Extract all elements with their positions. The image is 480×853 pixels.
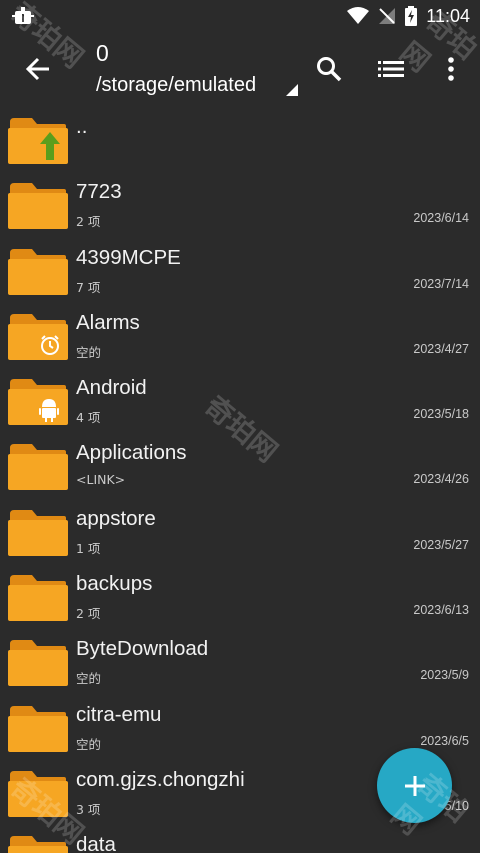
file-row[interactable]: 7723 2 项 2023/6/14: [0, 171, 480, 236]
file-name: 7723: [76, 180, 122, 204]
file-item-count: 4 项: [76, 410, 101, 426]
file-row[interactable]: ..: [0, 106, 480, 171]
file-item-count: 2 项: [76, 214, 101, 230]
file-name: appstore: [76, 506, 156, 530]
folder-icon: [8, 313, 68, 360]
file-list: .. 7723 2 项 2023/6/14 4399MCPE 7 项 2023/7/14 Al…: [0, 106, 480, 853]
search-icon: [317, 57, 342, 82]
toolbar-titles[interactable]: 0 /storage/emulated: [76, 38, 298, 100]
file-item-count: <LINK>: [76, 472, 126, 488]
wifi-icon: [347, 7, 370, 24]
page-title: 0: [96, 40, 109, 66]
file-item-count: 空的: [76, 671, 102, 687]
file-name: data: [76, 833, 116, 853]
file-row[interactable]: Applications <LINK> 2023/4/26: [0, 432, 480, 497]
status-time: 11:04: [426, 5, 470, 26]
battery-charging-icon: [405, 6, 418, 26]
more-options-button[interactable]: [422, 32, 480, 106]
folder-icon: [8, 509, 68, 556]
file-name: backups: [76, 572, 153, 596]
add-fab-button[interactable]: [377, 748, 452, 823]
file-row[interactable]: ByteDownload 空的 2023/5/9: [0, 628, 480, 693]
file-date: 2023/5/9: [420, 668, 469, 683]
file-item-count: 3 项: [76, 801, 101, 817]
file-item-count: 7 项: [76, 279, 101, 295]
file-row[interactable]: Alarms 空的 2023/4/27: [0, 302, 480, 367]
folder-icon: [8, 575, 68, 622]
file-item-count: 2 项: [76, 606, 101, 622]
file-name: ..: [76, 115, 88, 138]
file-row[interactable]: 4399MCPE 7 项 2023/7/14: [0, 237, 480, 302]
file-item-count: 空的: [76, 344, 102, 360]
file-row[interactable]: appstore 1 项 2023/5/27: [0, 498, 480, 563]
status-left: [12, 5, 34, 27]
file-name: com.gjzs.chongzhi: [76, 767, 245, 791]
back-button[interactable]: [0, 32, 76, 106]
path-dropdown-icon: [286, 84, 298, 96]
status-right: 11:04: [347, 6, 470, 27]
no-signal-icon: [379, 8, 396, 24]
file-date: 2023/7/14: [413, 276, 469, 291]
file-date: 2023/4/27: [413, 341, 469, 356]
folder-icon: [8, 770, 68, 817]
file-name: 4399MCPE: [76, 245, 181, 269]
status-bar: 11:04: [0, 0, 480, 32]
file-name: Android: [76, 376, 147, 400]
list-view-icon: [378, 61, 404, 77]
view-mode-button[interactable]: [360, 32, 422, 106]
file-row[interactable]: Android 4 项 2023/5/18: [0, 367, 480, 432]
add-icon: [404, 775, 425, 796]
folder-icon: [8, 183, 68, 230]
file-name: ByteDownload: [76, 637, 209, 661]
file-date: 2023/6/13: [413, 603, 469, 618]
toolbar: 0 /storage/emulated: [0, 32, 480, 106]
file-item-count: 1 项: [76, 540, 101, 556]
folder-icon: [8, 248, 68, 295]
file-date: 2023/5/27: [413, 537, 469, 552]
search-button[interactable]: [298, 32, 360, 106]
file-row[interactable]: backups 2 项 2023/6/13: [0, 563, 480, 628]
more-vert-icon: [448, 57, 454, 81]
folder-icon: [8, 705, 68, 752]
file-name: Alarms: [76, 310, 140, 334]
file-date: 2023/6/5: [420, 733, 469, 748]
folder-icon: [8, 640, 68, 687]
file-date: 2023/4/26: [413, 472, 469, 487]
file-date: 2023/5/18: [413, 407, 469, 422]
folder-icon: [8, 118, 68, 164]
current-path: /storage/emulated: [96, 74, 257, 96]
arrow-back-icon: [25, 57, 49, 81]
folder-icon: [8, 379, 68, 426]
bug-notification-icon: [12, 7, 34, 24]
file-item-count: 空的: [76, 736, 102, 752]
file-row[interactable]: data: [0, 824, 480, 853]
file-name: citra-emu: [76, 702, 162, 726]
folder-icon: [8, 444, 68, 491]
folder-icon: [8, 836, 68, 853]
file-name: Applications: [76, 441, 187, 465]
file-date: 2023/6/14: [413, 211, 469, 226]
